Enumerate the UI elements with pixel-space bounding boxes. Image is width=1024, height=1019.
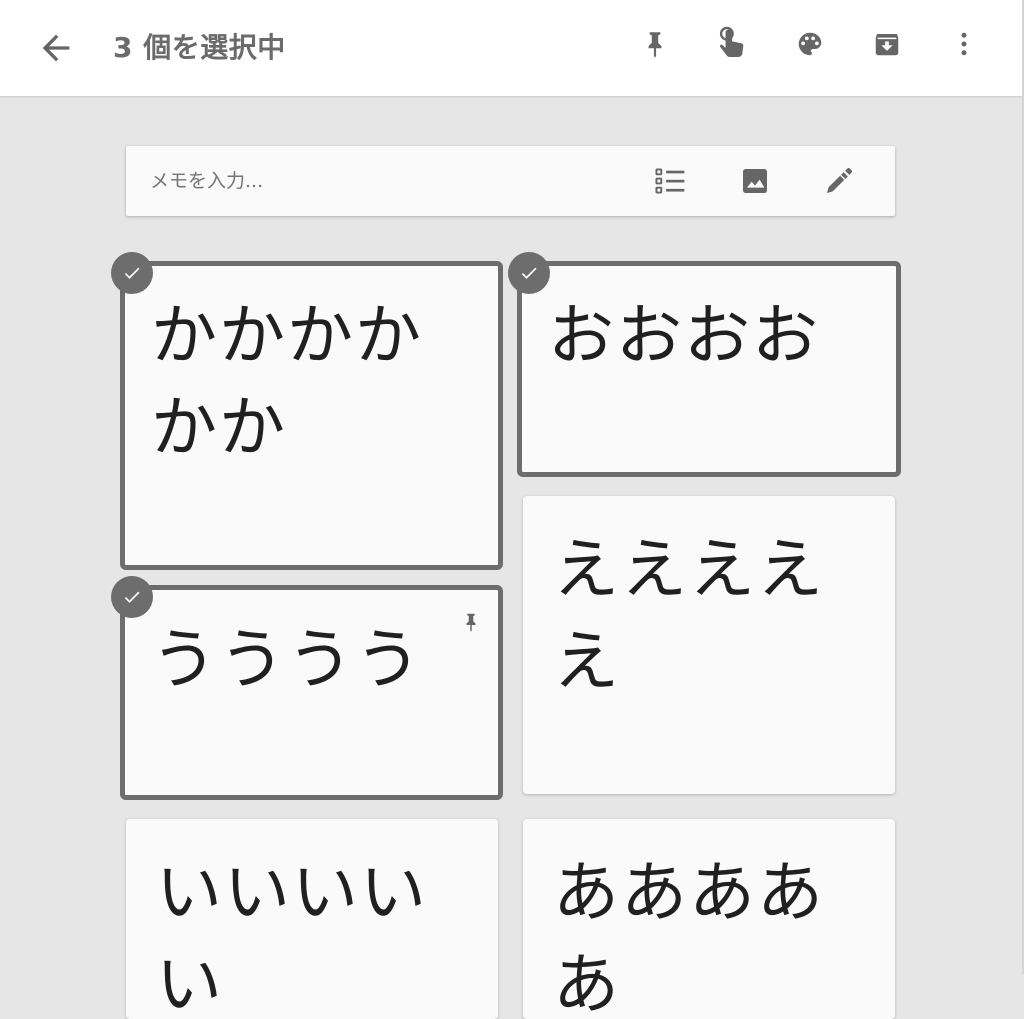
pinned-icon bbox=[466, 613, 476, 632]
note-text: いいいいい bbox=[156, 854, 428, 1019]
note-selected-check-3[interactable] bbox=[111, 576, 153, 618]
note-card-2[interactable]: おおおお bbox=[517, 261, 901, 477]
checklist-icon bbox=[655, 168, 685, 194]
note-card-1[interactable]: かかかかかか bbox=[120, 261, 503, 570]
note-text: えええええ bbox=[553, 531, 825, 700]
palette-icon bbox=[798, 32, 822, 56]
more-options-button[interactable] bbox=[940, 24, 988, 64]
take-note-input[interactable] bbox=[150, 164, 450, 198]
note-text: おおおお bbox=[548, 297, 820, 374]
check-icon bbox=[124, 267, 140, 279]
arrow-back-icon bbox=[42, 34, 70, 62]
note-selected-check-1[interactable] bbox=[111, 252, 153, 294]
selection-count-title: 3 個を選択中 bbox=[113, 31, 286, 64]
note-card-4[interactable]: うううう bbox=[120, 585, 503, 800]
note-text: あああああ bbox=[553, 854, 825, 1019]
take-note-bar[interactable] bbox=[126, 146, 895, 216]
note-selected-check-2[interactable] bbox=[508, 252, 550, 294]
back-button[interactable] bbox=[36, 28, 76, 68]
note-text: うううう bbox=[151, 621, 423, 698]
note-clip: かかかかかか bbox=[125, 266, 498, 565]
pen-icon bbox=[827, 167, 853, 193]
archive-button[interactable] bbox=[863, 24, 911, 64]
check-icon bbox=[124, 591, 140, 603]
note-clip: あああああ bbox=[523, 819, 895, 1019]
archive-icon bbox=[875, 34, 899, 56]
note-clip: うううう bbox=[125, 590, 498, 795]
note-card-6[interactable]: あああああ bbox=[523, 819, 895, 1019]
pin-icon bbox=[648, 32, 662, 58]
note-text: かかかかかか bbox=[151, 297, 423, 466]
change-color-button[interactable] bbox=[786, 24, 834, 64]
image-icon bbox=[743, 169, 767, 193]
note-card-3[interactable]: えええええ bbox=[523, 496, 895, 794]
new-drawing-button[interactable] bbox=[817, 161, 861, 201]
note-clip: おおおお bbox=[522, 266, 896, 472]
note-clip: えええええ bbox=[523, 496, 895, 794]
touch-select-button[interactable] bbox=[708, 24, 756, 64]
more-vert-icon bbox=[961, 32, 967, 56]
top-app-bar: 3 個を選択中 bbox=[0, 0, 1022, 96]
touch-select-icon bbox=[719, 26, 744, 57]
new-image-note-button[interactable] bbox=[733, 161, 777, 201]
check-icon bbox=[521, 267, 537, 279]
pin-button[interactable] bbox=[631, 24, 679, 64]
new-list-button[interactable] bbox=[649, 161, 693, 201]
note-clip: いいいいい bbox=[126, 819, 498, 1019]
note-card-5[interactable]: いいいいい bbox=[126, 819, 498, 1019]
